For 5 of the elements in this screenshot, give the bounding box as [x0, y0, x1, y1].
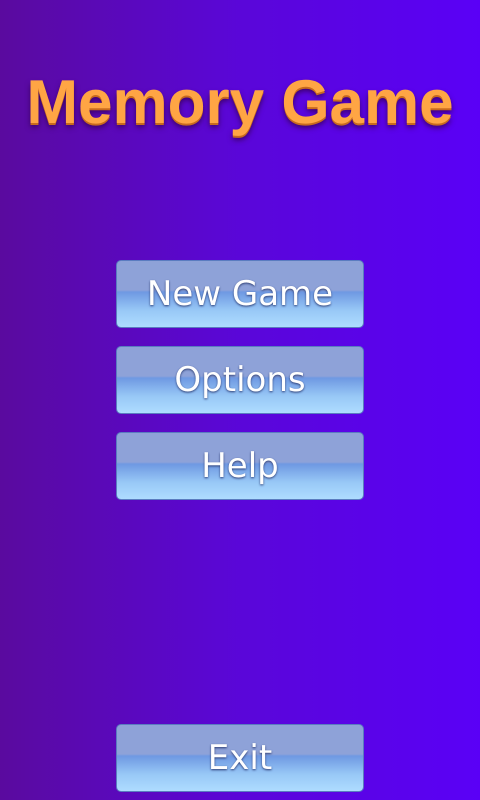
menu-button[interactable]: Help: [116, 432, 364, 500]
exit-button[interactable]: Exit: [116, 724, 364, 792]
menu-button[interactable]: Options: [116, 346, 364, 414]
menu-button[interactable]: New Game: [116, 260, 364, 328]
game-title: Memory Game: [26, 67, 454, 139]
